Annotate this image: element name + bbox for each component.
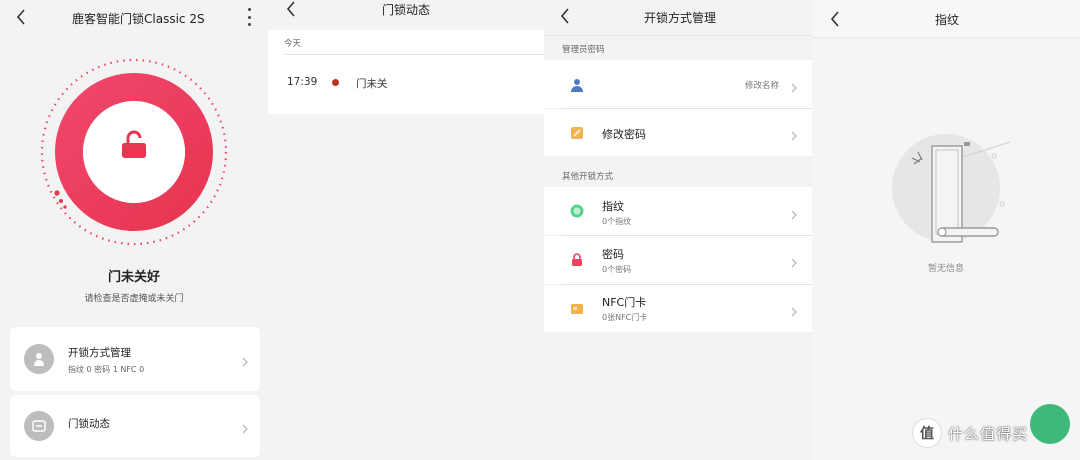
chevron-right-icon xyxy=(790,79,798,93)
chevron-left-icon xyxy=(830,11,839,27)
site-watermark: 值 什么值得买 xyxy=(912,418,1028,448)
divider xyxy=(544,35,812,36)
fingerprint-panel: 指纹 暂无信息 xyxy=(812,0,1080,460)
card-icon xyxy=(24,411,54,441)
watermark-logo: 值 xyxy=(912,418,942,448)
nfc-card-icon xyxy=(571,304,583,314)
fingerprint-header: 指纹 xyxy=(812,0,1080,38)
unlock-method-card-counts: 指纹 0 密码 1 NFC 0 xyxy=(68,365,145,374)
activity-time: 17:39 xyxy=(287,76,318,88)
page-title: 鹿客智能门锁Classic 2S xyxy=(72,12,205,26)
unlocked-padlock-icon xyxy=(122,130,146,158)
fingerprint-label: 指纹 xyxy=(602,200,624,213)
back-button[interactable] xyxy=(554,5,576,27)
chevron-left-icon xyxy=(560,8,569,24)
lock-home-panel: 鹿客智能门锁Classic 2S 门未关好 请检查是否虚掩或未关门 开锁方式管理… xyxy=(0,0,268,460)
change-password-row[interactable]: 修改密码 xyxy=(544,109,812,156)
unlock-method-card-title: 开锁方式管理 xyxy=(68,347,131,359)
password-label: 密码 xyxy=(602,248,624,261)
change-password-label: 修改密码 xyxy=(602,128,646,141)
back-button[interactable] xyxy=(10,6,32,28)
lock-activity-panel: 门锁动态 今天 17:39 门未关 xyxy=(268,0,544,460)
empty-state-text: 暂无信息 xyxy=(927,264,964,274)
nfc-card-label: NFC门卡 xyxy=(602,296,647,309)
back-button[interactable] xyxy=(280,0,302,20)
key-person-icon xyxy=(24,344,54,374)
chevron-right-icon xyxy=(241,420,249,434)
unlock-method-panel: 开锁方式管理 管理员密码 修改名称 修改密码 其他开锁方式 指纹 0个指纹 密码… xyxy=(544,0,812,460)
page-title: 指纹 xyxy=(935,13,960,27)
watermark-text: 什么值得买 xyxy=(948,424,1029,443)
admin-name-row[interactable]: 修改名称 xyxy=(544,60,812,108)
empty-door-lock-illustration xyxy=(892,134,1011,243)
page-title: 开锁方式管理 xyxy=(644,11,717,25)
unlock-method-card[interactable]: 开锁方式管理 指纹 0 密码 1 NFC 0 xyxy=(10,327,260,391)
date-section-label: 今天 xyxy=(284,39,302,49)
fingerprint-row[interactable]: 指纹 0个指纹 xyxy=(544,187,812,235)
lock-activity-card[interactable]: 门锁动态 xyxy=(10,395,260,457)
fingerprint-count: 0个指纹 xyxy=(602,217,632,226)
edit-icon xyxy=(571,127,583,139)
chevron-right-icon xyxy=(790,303,798,317)
lock-activity-card-title: 门锁动态 xyxy=(68,418,110,430)
admin-section-label: 管理员密码 xyxy=(562,45,605,55)
chevron-right-icon xyxy=(790,254,798,268)
divider xyxy=(284,54,544,55)
chevron-right-icon xyxy=(241,353,249,367)
password-row[interactable]: 密码 0个密码 xyxy=(544,236,812,284)
more-menu-icon[interactable] xyxy=(244,8,254,26)
rename-link: 修改名称 xyxy=(745,81,780,91)
screenshot-collage: 鹿客智能门锁Classic 2S 门未关好 请检查是否虚掩或未关门 开锁方式管理… xyxy=(0,0,1080,460)
chevron-right-icon xyxy=(790,206,798,220)
activity-text: 门未关 xyxy=(356,78,388,90)
chevron-right-icon xyxy=(790,127,798,141)
back-button[interactable] xyxy=(824,8,846,30)
lock-status-hint: 请检查是否虚掩或未关门 xyxy=(84,294,184,304)
fingerprint-icon xyxy=(570,204,584,218)
chevron-left-icon xyxy=(16,9,25,25)
activity-row: 17:39 门未关 xyxy=(268,56,544,108)
add-fingerprint-button[interactable] xyxy=(1030,404,1070,444)
other-methods-section-label: 其他开锁方式 xyxy=(562,172,614,182)
password-count: 0个密码 xyxy=(602,265,632,274)
person-icon xyxy=(571,79,583,92)
chevron-left-icon xyxy=(286,1,295,17)
lock-status-title: 门未关好 xyxy=(107,270,160,285)
activity-status-dot xyxy=(332,79,339,86)
nfc-card-row[interactable]: NFC门卡 0张NFC门卡 xyxy=(544,285,812,332)
lock-icon xyxy=(572,253,582,266)
nfc-card-count: 0张NFC门卡 xyxy=(602,313,648,322)
lock-status-ring xyxy=(38,56,230,248)
page-title: 门锁动态 xyxy=(382,3,431,17)
lock-home-header: 鹿客智能门锁Classic 2S xyxy=(0,0,268,34)
